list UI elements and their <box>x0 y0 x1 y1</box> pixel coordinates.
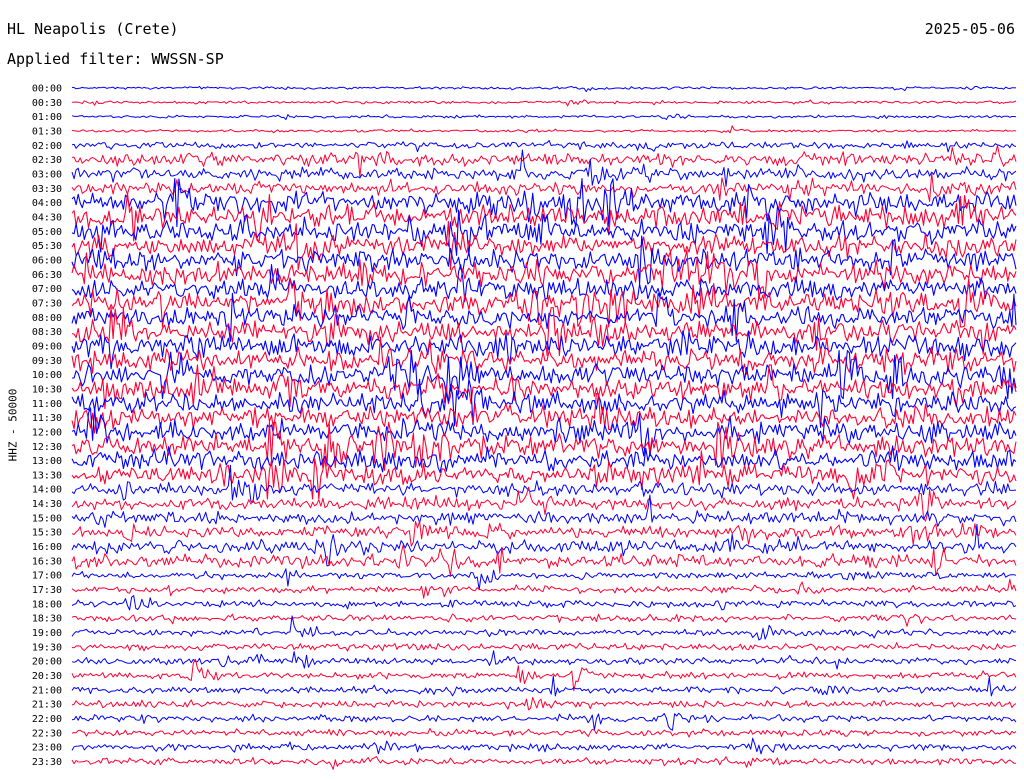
trace-line-1400 <box>71 464 1017 503</box>
trace-line-1800 <box>71 595 1017 611</box>
time-label: 04:00 <box>32 198 62 209</box>
time-label: 20:00 <box>32 657 62 668</box>
trace-line-0530 <box>71 221 1017 271</box>
time-label: 07:30 <box>32 298 62 309</box>
time-label: 21:30 <box>32 700 62 711</box>
time-label: 11:30 <box>32 413 62 424</box>
time-label: 12:30 <box>32 442 62 453</box>
time-label: 01:30 <box>32 127 62 138</box>
time-label: 04:30 <box>32 213 62 224</box>
trace-line-0100 <box>71 113 1017 121</box>
helicorder-plot: 00:00 00:30 01:00 01:30 02:00 02:30 03:00 03:30… <box>32 84 1017 770</box>
time-label: 18:30 <box>32 614 62 625</box>
time-label: 14:00 <box>32 485 62 496</box>
trace-line-0030 <box>72 99 1017 107</box>
time-label: 06:00 <box>32 256 62 267</box>
time-label: 01:00 <box>32 112 62 123</box>
trace-line-2030 <box>71 658 1017 692</box>
trace-line-2000 <box>71 650 1017 670</box>
time-label: 15:00 <box>32 513 62 524</box>
time-label: 18:00 <box>32 599 62 610</box>
time-label: 09:00 <box>32 341 62 352</box>
time-label: 16:00 <box>32 542 62 553</box>
trace-line-2200 <box>71 712 1017 731</box>
trace-line-2230 <box>71 728 1017 738</box>
trace-line-2130 <box>71 697 1017 711</box>
time-label: 20:30 <box>32 671 62 682</box>
y-axis-label: HHZ - 50000 <box>6 388 20 462</box>
time-label: 03:00 <box>32 170 62 181</box>
trace-line-1900 <box>71 615 1017 641</box>
time-label: 13:00 <box>32 456 62 467</box>
time-label: 10:30 <box>32 384 62 395</box>
trace-line-1930 <box>71 642 1017 652</box>
trace-line-2300 <box>71 737 1017 755</box>
trace-line-1530 <box>71 520 1017 547</box>
time-label: 00:30 <box>32 98 62 109</box>
time-label: 11:00 <box>32 399 62 410</box>
trace-line-0130 <box>71 125 1017 134</box>
time-label: 07:00 <box>32 284 62 295</box>
time-label: 17:00 <box>32 571 62 582</box>
trace-line-1700 <box>71 568 1017 591</box>
time-label: 03:30 <box>32 184 62 195</box>
time-label: 23:00 <box>32 743 62 754</box>
time-label: 09:30 <box>32 356 62 367</box>
filter-label: Applied filter: WWSSN-SP <box>7 50 224 68</box>
trace-line-0200 <box>71 139 1017 153</box>
time-label: 17:30 <box>32 585 62 596</box>
time-label: 19:00 <box>32 628 62 639</box>
trace-line-0300 <box>71 149 1017 187</box>
trace-line-1830 <box>71 613 1017 627</box>
time-label: 02:30 <box>32 155 62 166</box>
time-label: 08:00 <box>32 313 62 324</box>
time-label: 02:00 <box>32 141 62 152</box>
time-label: 22:00 <box>32 714 62 725</box>
trace-line-0000 <box>71 85 1017 93</box>
station-title: HL Neapolis (Crete) <box>7 20 179 38</box>
time-label: 08:30 <box>32 327 62 338</box>
trace-line-0330 <box>71 172 1017 202</box>
trace-line-2330 <box>71 756 1016 770</box>
trace-line-1730 <box>71 578 1017 599</box>
time-label: 15:30 <box>32 528 62 539</box>
time-label: 06:30 <box>32 270 62 281</box>
date-label: 2025-05-06 <box>924 20 1015 38</box>
time-label: 05:30 <box>32 241 62 252</box>
time-label: 23:30 <box>32 757 62 768</box>
time-label: 00:00 <box>32 84 62 95</box>
trace-line-0230 <box>72 144 1017 178</box>
time-label: 13:30 <box>32 470 62 481</box>
time-label: 21:00 <box>32 685 62 696</box>
time-label: 12:00 <box>32 427 62 438</box>
time-label: 22:30 <box>32 728 62 739</box>
time-label: 05:00 <box>32 227 62 238</box>
time-label-group: 00:00 00:30 01:00 01:30 02:00 02:30 03:00 03:30… <box>32 84 62 769</box>
time-label: 14:30 <box>32 499 62 510</box>
time-label: 19:30 <box>32 642 62 653</box>
time-label: 10:00 <box>32 370 62 381</box>
trace-line-0900 <box>71 330 1017 370</box>
trace-group <box>71 85 1017 770</box>
time-label: 16:30 <box>32 556 62 567</box>
